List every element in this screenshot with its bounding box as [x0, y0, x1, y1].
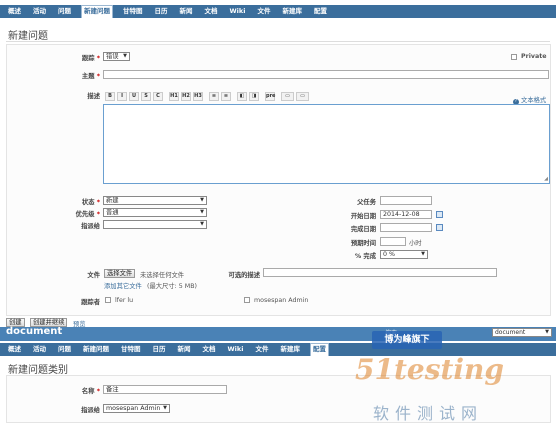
watcher-checkbox[interactable]	[244, 297, 250, 303]
assignee-select[interactable]: ▼	[103, 220, 207, 229]
tab-6[interactable]: 新闻	[178, 5, 195, 18]
file-description-input[interactable]	[263, 268, 497, 277]
watermark-badge: 博为峰旗下	[372, 331, 442, 349]
tab-10[interactable]: 新建库	[280, 5, 304, 18]
max-size-text: (最大尺寸: 5 MB)	[147, 283, 197, 290]
private-label: Private	[521, 53, 547, 60]
resize-grip-icon[interactable]: ◢	[544, 176, 548, 182]
toolbar-button[interactable]: ▭	[281, 92, 294, 101]
tracker-label: 跟踪 *	[81, 55, 100, 62]
start-date-label: 开始日期	[350, 213, 376, 220]
toolbar-button[interactable]: U	[129, 92, 139, 101]
tab-8[interactable]: Wiki	[226, 343, 246, 356]
tab-0[interactable]: 概述	[6, 343, 23, 356]
category-assignee-label: 指派给	[81, 407, 100, 414]
editor-toolbar: B I U S C H1 H2 H3 ≡ ≡ ◧ ◨ pre ▭ ▭	[105, 92, 309, 101]
project-header: document 搜索: document▼	[0, 326, 556, 341]
watcher-name: lfer lu	[115, 297, 134, 304]
toolbar-button[interactable]: pre	[265, 92, 275, 101]
status-label: 状态 *	[81, 199, 100, 206]
estimated-time-label: 预期时间	[350, 240, 376, 247]
page-title: 新建问题	[8, 31, 48, 42]
tab-11[interactable]: 配置	[309, 343, 329, 356]
tab-6[interactable]: 新闻	[176, 343, 193, 356]
parent-task-label: 父任务	[357, 199, 376, 206]
tab-7[interactable]: 文档	[201, 343, 218, 356]
file-description-label: 可选的描述	[228, 272, 260, 279]
page-title: 新建问题类别	[8, 365, 68, 376]
tab-10[interactable]: 新建库	[278, 343, 302, 356]
tab-4[interactable]: 甘特图	[119, 343, 143, 356]
due-date-input[interactable]	[380, 223, 432, 232]
priority-label: 优先级 *	[75, 211, 100, 218]
tab-11[interactable]: 配置	[312, 5, 329, 18]
description-textarea[interactable]: ◢	[103, 104, 550, 184]
tab-4[interactable]: 甘特图	[121, 5, 145, 18]
tab-1[interactable]: 活动	[31, 5, 48, 18]
toolbar-button[interactable]: B	[105, 92, 115, 101]
watermark-logo: 51testing	[355, 353, 504, 386]
calendar-icon[interactable]	[436, 211, 443, 218]
tab-7[interactable]: 文档	[203, 5, 220, 18]
toolbar-button[interactable]: ◧	[237, 92, 247, 101]
category-assignee-select[interactable]: mosespan Admin ▼	[103, 404, 170, 413]
done-ratio-label: % 完成	[354, 253, 376, 260]
tab-0[interactable]: 概述	[6, 5, 23, 18]
estimated-time-input[interactable]	[380, 237, 406, 246]
tab-5[interactable]: 日历	[153, 5, 170, 18]
calendar-icon[interactable]	[436, 224, 443, 231]
tab-5[interactable]: 日历	[151, 343, 168, 356]
toolbar-button[interactable]: ◨	[249, 92, 259, 101]
hours-unit: 小时	[409, 240, 422, 247]
priority-select[interactable]: 普通 ▼	[103, 208, 207, 217]
parent-task-input[interactable]	[380, 196, 432, 205]
start-date-input[interactable]: 2014-12-08	[380, 210, 432, 219]
tab-2[interactable]: 问题	[56, 5, 73, 18]
tab-3[interactable]: 新建问题	[81, 5, 113, 18]
tab-9[interactable]: 文件	[255, 5, 272, 18]
tab-9[interactable]: 文件	[253, 343, 270, 356]
file-label: 文件	[87, 272, 100, 279]
done-ratio-select[interactable]: 0 % ▼	[380, 250, 428, 259]
add-file-link[interactable]: 添加其它文件	[104, 281, 142, 290]
watchers-label: 跟踪者	[81, 299, 100, 306]
description-label: 描述	[87, 93, 100, 100]
private-checkbox[interactable]	[511, 54, 517, 60]
watcher-name: mosespan Admin	[254, 297, 309, 304]
subject-input[interactable]	[103, 70, 549, 79]
due-date-label: 完成日期	[350, 226, 376, 233]
toolbar-button[interactable]: S	[141, 92, 151, 101]
project-logo: document	[6, 326, 63, 337]
choose-file-button[interactable]: 选择文件	[104, 269, 136, 278]
category-name-label: 名称 *	[81, 388, 100, 395]
toolbar-button[interactable]: H1	[169, 92, 179, 101]
tab-2[interactable]: 问题	[56, 343, 73, 356]
tab-3[interactable]: 新建问题	[81, 343, 111, 356]
assignee-label: 指派给	[81, 223, 100, 230]
subject-label: 主题 *	[81, 73, 100, 80]
category-name-input[interactable]: 备注	[103, 385, 227, 394]
toolbar-button[interactable]: I	[117, 92, 127, 101]
toolbar-button[interactable]: H2	[181, 92, 191, 101]
no-file-text: 未选择任何文件	[140, 272, 185, 279]
toolbar-button[interactable]: ▭	[296, 92, 309, 101]
divider	[6, 41, 550, 42]
toolbar-button[interactable]: ≡	[209, 92, 219, 101]
watermark-text: 软件测试网	[373, 404, 484, 423]
toolbar-button[interactable]: ≡	[221, 92, 231, 101]
tab-8[interactable]: Wiki	[228, 5, 248, 18]
tracker-select[interactable]: 错误 ▼	[103, 52, 130, 61]
project-select[interactable]: document ▼	[492, 328, 552, 337]
watcher-checkbox[interactable]	[105, 297, 111, 303]
status-select[interactable]: 新建 ▼	[103, 196, 207, 205]
toolbar-button[interactable]: H3	[193, 92, 203, 101]
main-nav: 概述 活动 问题 新建问题 甘特图 日历 新闻 文档 Wiki 文件 新建库 配置	[0, 5, 556, 18]
tab-1[interactable]: 活动	[31, 343, 48, 356]
toolbar-button[interactable]: C	[153, 92, 163, 101]
